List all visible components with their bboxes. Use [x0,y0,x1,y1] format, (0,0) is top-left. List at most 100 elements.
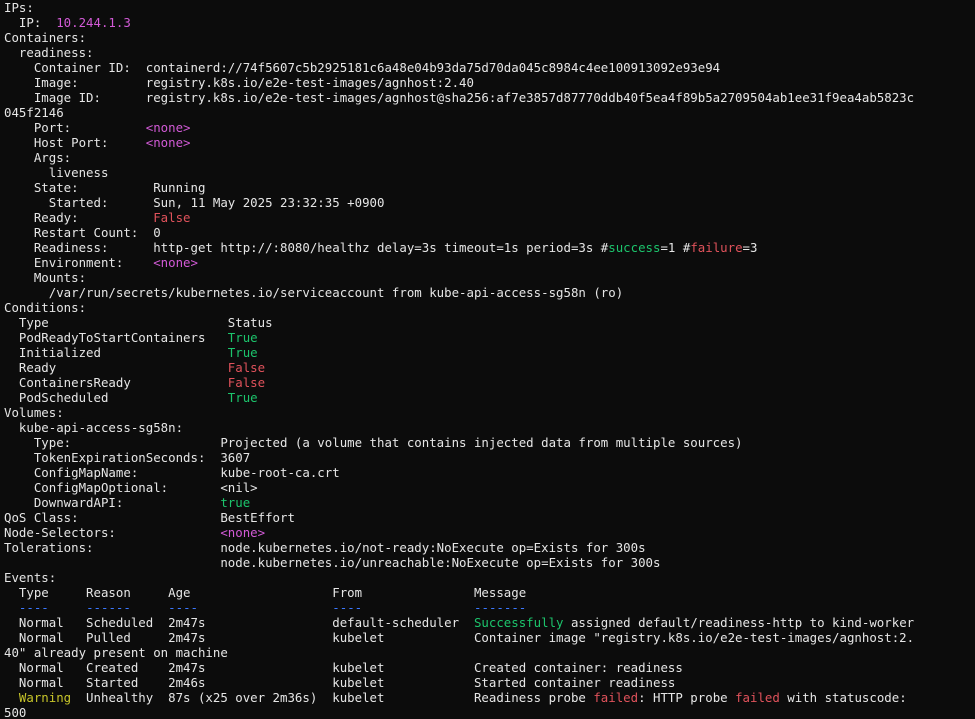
terminal-text: Containers: [4,30,87,45]
terminal-text: ------- [474,600,527,615]
terminal-line: State: Running [4,180,975,195]
terminal-line: Readiness: http-get http://:8080/healthz… [4,240,975,255]
terminal-line: Volumes: [4,405,975,420]
terminal-text: Normal Created 2m47s kubelet Created con… [4,660,683,675]
terminal-text: /var/run/secrets/kubernetes.io/serviceac… [4,285,624,300]
terminal-text: Started: Sun, 11 May 2025 23:32:35 +0900 [4,195,385,210]
terminal-text: Environment: [4,255,154,270]
terminal-text: failure [690,240,743,255]
terminal-text: Type: Projected (a volume that contains … [4,435,743,450]
terminal-line: Restart Count: 0 [4,225,975,240]
terminal-text: ContainersReady [4,375,228,390]
terminal-line: Normal Created 2m47s kubelet Created con… [4,660,975,675]
terminal-text: Container ID: containerd://74f5607c5b292… [4,60,721,75]
terminal-text: Initialized [4,345,228,360]
terminal-text: node.kubernetes.io/unreachable:NoExecute… [4,555,661,570]
terminal-line: Args: [4,150,975,165]
terminal-text: Tolerations: node.kubernetes.io/not-read… [4,540,646,555]
terminal-line: Initialized True [4,345,975,360]
terminal-text: False [153,210,191,225]
terminal-line: ContainersReady False [4,375,975,390]
terminal-line: Normal Scheduled 2m47s default-scheduler… [4,615,975,630]
terminal-line: Host Port: <none> [4,135,975,150]
terminal-line: PodScheduled True [4,390,975,405]
terminal-text: failed [735,690,780,705]
terminal-line: ConfigMapOptional: <nil> [4,480,975,495]
terminal-line: Containers: [4,30,975,45]
terminal-text: Host Port: [4,135,146,150]
terminal-text: Events: [4,570,57,585]
terminal-text: Port: [4,120,146,135]
terminal-text: True [227,330,258,345]
terminal-text: <none> [220,525,266,540]
terminal-line: ---- ------ ---- ---- ------- [4,600,975,615]
terminal-text: ------ [86,600,131,615]
terminal-text: Warning [18,690,72,705]
terminal-line: ConfigMapName: kube-root-ca.crt [4,465,975,480]
terminal-text: IP: [4,15,57,30]
terminal-text: Normal Scheduled 2m47s default-scheduler [4,615,474,630]
terminal-text: ConfigMapName: kube-root-ca.crt [4,465,340,480]
terminal-text: Normal Started 2m46s kubelet Started con… [4,675,676,690]
terminal-line: 500 [4,705,975,719]
terminal-text: Image ID: registry.k8s.io/e2e-test-image… [4,90,915,105]
terminal-line: TokenExpirationSeconds: 3607 [4,450,975,465]
terminal-line: /var/run/secrets/kubernetes.io/serviceac… [4,285,975,300]
terminal-line: readiness: [4,45,975,60]
terminal-text: False [227,360,266,375]
terminal-text: failed [593,690,639,705]
terminal-text: 10.244.1.3 [56,15,131,30]
terminal-line: Port: <none> [4,120,975,135]
terminal-line: IP: 10.244.1.3 [4,15,975,30]
terminal-text: True [227,390,258,405]
terminal-line: Ready False [4,360,975,375]
terminal-line: Type Status [4,315,975,330]
terminal-text: Mounts: [4,270,87,285]
terminal-line: node.kubernetes.io/unreachable:NoExecute… [4,555,975,570]
terminal-line: DownwardAPI: true [4,495,975,510]
terminal-text: PodReadyToStartContainers [4,330,228,345]
terminal-line: Image: registry.k8s.io/e2e-test-images/a… [4,75,975,90]
terminal-text: DownwardAPI: [4,495,221,510]
terminal-line: Normal Pulled 2m47s kubelet Container im… [4,630,975,645]
terminal-text: with statuscode: [779,690,907,705]
terminal-text: 500 [4,705,27,719]
terminal-text: IPs: [4,0,34,15]
terminal-text: =3 [742,240,758,255]
terminal-line: Mounts: [4,270,975,285]
terminal-text: 40" already present on machine [4,645,228,660]
terminal-text: TokenExpirationSeconds: 3607 [4,450,251,465]
terminal-text: PodScheduled [4,390,228,405]
terminal-text: ---- [18,600,49,615]
terminal-text: Successfully [473,615,564,630]
terminal-line: Warning Unhealthy 87s (x25 over 2m36s) k… [4,690,975,705]
terminal-line: Events: [4,570,975,585]
terminal-text: False [227,375,266,390]
terminal-text: success [608,240,661,255]
terminal-text: true [220,495,251,510]
terminal-text: assigned default/readiness-http to kind-… [563,615,915,630]
terminal-text: ---- [168,600,198,615]
terminal-text: Ready [4,360,228,375]
terminal-line: Conditions: [4,300,975,315]
terminal-text: State: Running [4,180,206,195]
terminal-line: PodReadyToStartContainers True [4,330,975,345]
terminal-text: <none> [145,120,191,135]
terminal-text: kube-api-access-sg58n: [4,420,184,435]
terminal-line: Type Reason Age From Message [4,585,975,600]
terminal-text: liveness [4,165,109,180]
terminal-line: Container ID: containerd://74f5607c5b292… [4,60,975,75]
terminal-line: 40" already present on machine [4,645,975,660]
terminal-window[interactable]: IPs: IP: 10.244.1.3 Containers: readiness… [4,0,975,719]
terminal-text: Unhealthy 87s (x25 over 2m36s) kubelet R… [71,690,594,705]
terminal-line: Environment: <none> [4,255,975,270]
terminal-line: Started: Sun, 11 May 2025 23:32:35 +0900 [4,195,975,210]
terminal-line: Type: Projected (a volume that contains … [4,435,975,450]
terminal-text: Volumes: [4,405,64,420]
